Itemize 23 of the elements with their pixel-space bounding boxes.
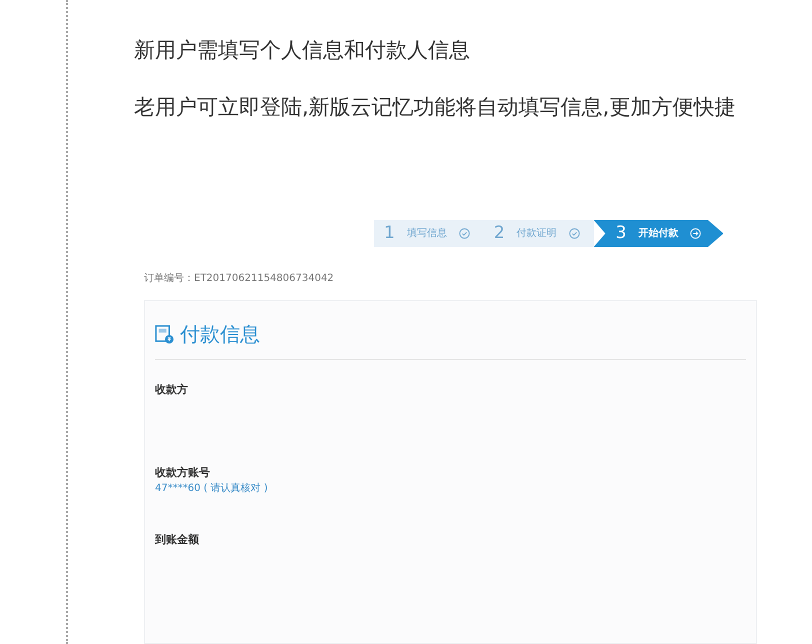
- order-number-label: 订单编号：: [144, 273, 194, 284]
- field-label: 收款方账号: [155, 464, 211, 480]
- order-number: ET20170621154806734042: [194, 273, 334, 284]
- payment-icon: [155, 324, 174, 344]
- check-circle-icon: [568, 228, 580, 239]
- step-label: 付款证明: [516, 227, 557, 241]
- step-tab[interactable]: 2 付款证明: [484, 220, 594, 247]
- step-tab[interactable]: 3 开始付款: [594, 220, 724, 247]
- intro-text: 新用户需填写个人信息和付款人信息: [134, 37, 471, 64]
- check-circle-icon: [458, 228, 470, 239]
- account-number: 47****60: [155, 483, 202, 494]
- step-label: 开始付款: [638, 226, 678, 241]
- verify-note: ( 请认真核对 ): [204, 483, 268, 494]
- field-label: 收款方: [155, 382, 189, 398]
- intro-text: 老用户可立即登陆,新版云记忆功能将自动填写信息,更加方便快捷: [134, 94, 736, 121]
- arrow-circle-icon: [690, 228, 702, 239]
- step-number: 1: [384, 222, 395, 245]
- field-label: 到账金额: [155, 532, 200, 548]
- step-tab[interactable]: 1 填写信息: [374, 220, 484, 247]
- step-number: 2: [494, 222, 505, 245]
- step-label: 填写信息: [406, 226, 447, 241]
- step-number: 3: [616, 222, 626, 245]
- card-title: 付款信息: [180, 321, 260, 348]
